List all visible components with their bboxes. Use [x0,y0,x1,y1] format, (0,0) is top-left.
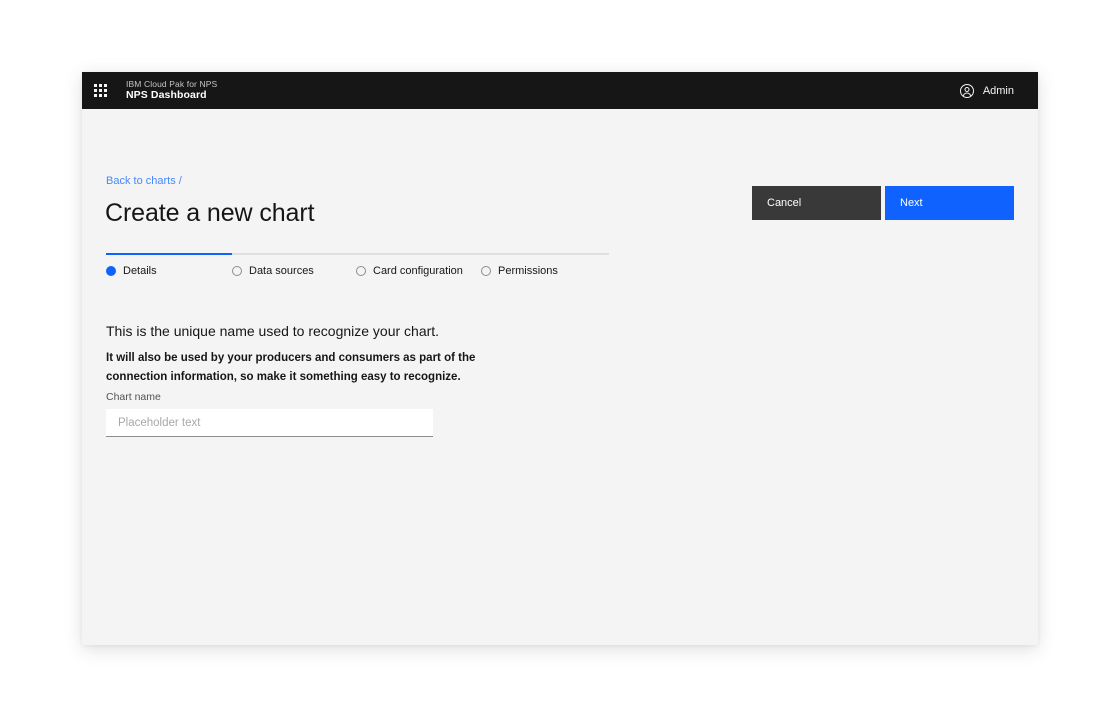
form-detail-text: It will also be used by your producers a… [106,352,476,383]
progress-steps: Details Data sources Card configuration … [106,265,609,277]
grid-menu-icon [93,83,108,98]
product-prefix: IBM Cloud Pak for NPS [126,78,218,89]
page-title: Create a new chart [105,199,315,227]
breadcrumb-back-to-charts[interactable]: Back to charts / [106,175,182,187]
progress-step-label: Data sources [249,265,314,277]
user-menu[interactable]: Admin [959,83,1038,99]
user-name-label: Admin [982,84,1014,97]
brand-block[interactable]: IBM Cloud Pak for NPS NPS Dashboard [126,78,218,102]
progress-track [106,253,609,255]
next-button[interactable]: Next [885,186,1014,220]
progress-step-label: Permissions [498,265,558,277]
chart-name-label: Chart name [106,391,161,403]
cancel-button[interactable]: Cancel [752,186,881,220]
step-incomplete-icon [232,266,242,276]
product-name: NPS Dashboard [126,89,207,102]
chart-name-input[interactable] [106,409,433,437]
step-current-icon [106,266,116,276]
progress-step-details[interactable]: Details [106,265,232,277]
app-switcher-button[interactable] [82,72,119,109]
progress-step-data-sources[interactable]: Data sources [232,265,356,277]
user-avatar-icon [959,83,975,99]
app-window: IBM Cloud Pak for NPS NPS Dashboard Admi… [82,72,1038,645]
app-body: Back to charts / Create a new chart Canc… [82,109,1038,645]
progress-step-label: Card configuration [373,265,463,277]
step-incomplete-icon [356,266,366,276]
app-header: IBM Cloud Pak for NPS NPS Dashboard Admi… [82,72,1038,109]
chart-name-field-group: Chart name [106,391,433,437]
progress-step-card-configuration[interactable]: Card configuration [356,265,481,277]
form-lead-text: This is the unique name used to recogniz… [106,323,440,339]
progress-step-label: Details [123,265,157,277]
progress-step-permissions[interactable]: Permissions [481,265,609,277]
progress-fill [106,253,232,255]
step-incomplete-icon [481,266,491,276]
progress-indicator: Details Data sources Card configuration … [106,253,609,277]
action-buttons: Cancel Next [752,186,1014,220]
